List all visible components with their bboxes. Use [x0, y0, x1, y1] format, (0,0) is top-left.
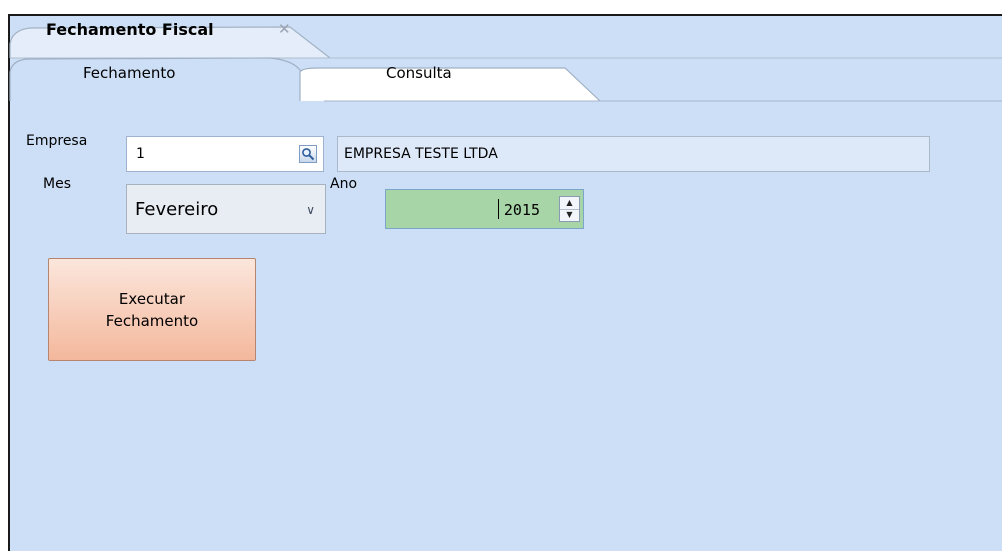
mes-select[interactable]: Fevereiro ∨	[126, 184, 326, 234]
tab-fechamento[interactable]: Fechamento	[83, 64, 175, 82]
spin-down-icon[interactable]: ▼	[560, 209, 579, 221]
tab-strip	[9, 26, 1002, 102]
ano-label: Ano	[330, 176, 358, 192]
empresa-search-button[interactable]	[299, 145, 317, 163]
text-caret	[498, 199, 499, 219]
ano-spin-buttons: ▲ ▼	[559, 196, 580, 222]
empresa-name-value: EMPRESA TESTE LTDA	[344, 146, 498, 162]
ano-value: 2015	[503, 201, 540, 219]
ano-spin-input[interactable]: 2015 ▲ ▼	[385, 189, 584, 229]
empresa-name-field: EMPRESA TESTE LTDA	[337, 136, 930, 172]
search-icon	[302, 148, 315, 161]
empresa-code-input[interactable]: 1	[126, 136, 324, 172]
chevron-down-icon[interactable]: ∨	[306, 203, 315, 217]
execute-button-label: Executar Fechamento	[105, 289, 199, 330]
empresa-code-value: 1	[136, 146, 145, 162]
close-icon[interactable]: ✕	[278, 20, 291, 38]
execute-fechamento-button[interactable]: Executar Fechamento	[48, 258, 256, 361]
empresa-label: Empresa	[26, 133, 88, 149]
outer-tab-title[interactable]: Fechamento Fiscal	[46, 20, 214, 39]
mes-label: Mes	[43, 176, 71, 192]
tab-consulta[interactable]: Consulta	[386, 64, 452, 82]
mes-selected-value: Fevereiro	[135, 199, 219, 220]
